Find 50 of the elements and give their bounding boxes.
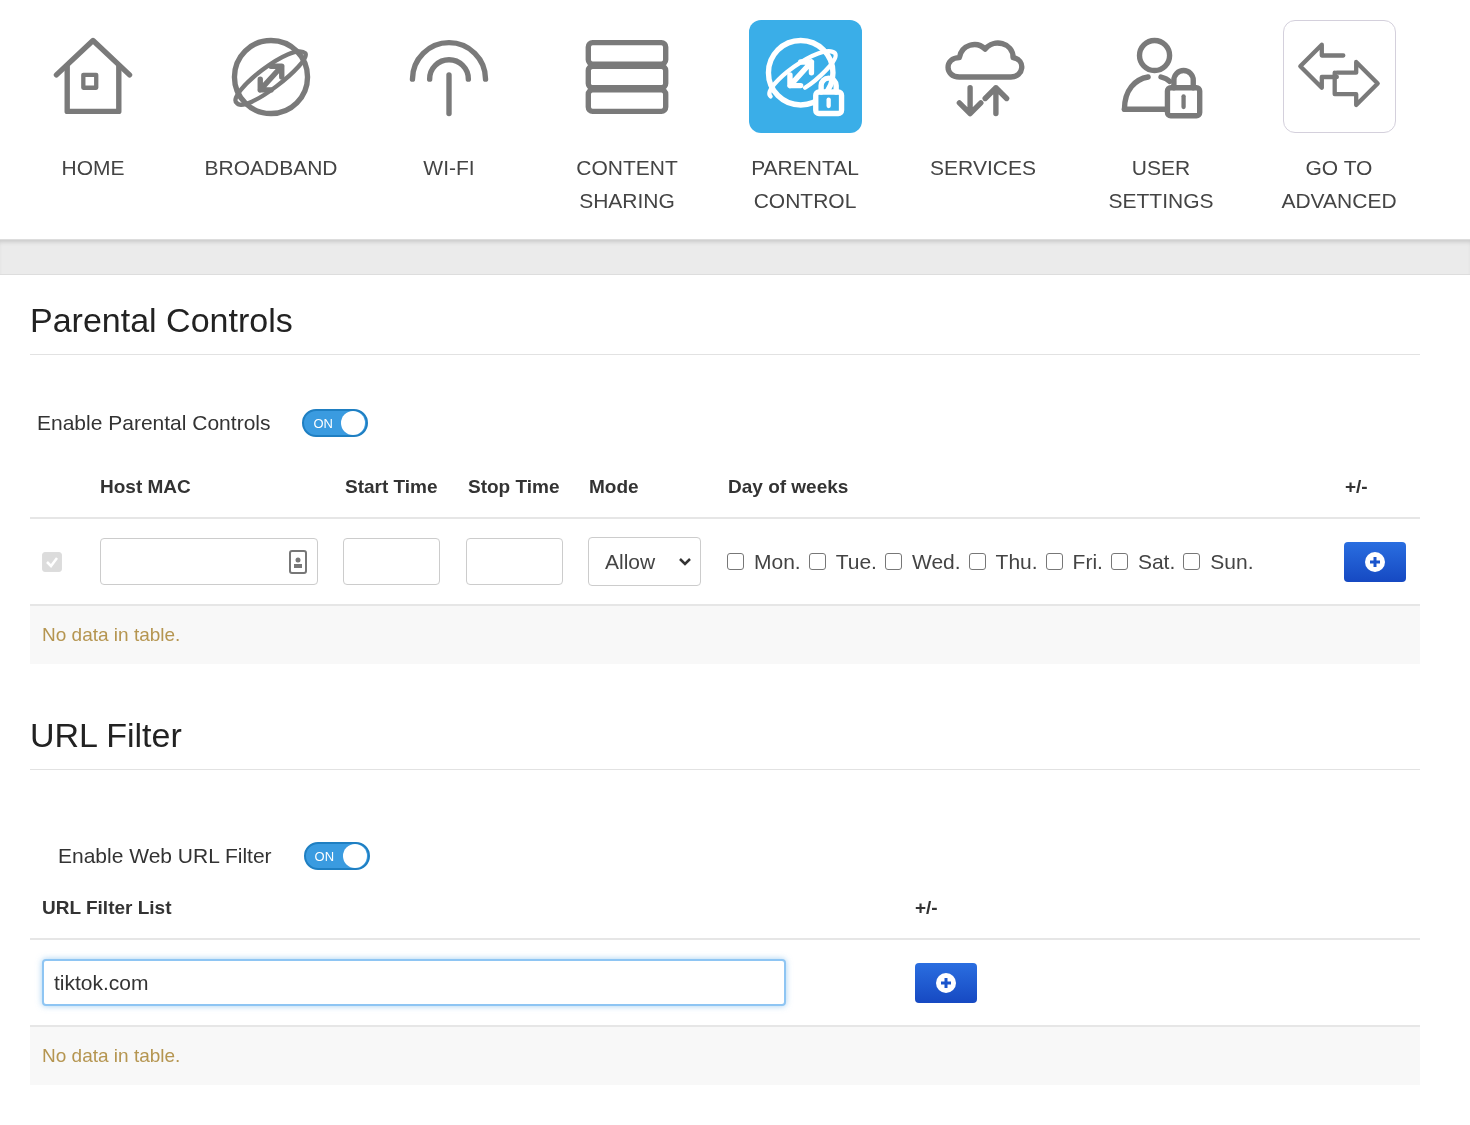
toggle-label: Enable Web URL Filter [58,844,272,868]
day-label: Tue. [835,549,877,574]
section-title: Parental Controls [30,275,1420,355]
nav-label[interactable]: GO TO ADVANCED [1264,151,1414,217]
column-header: +/- [1345,476,1369,498]
plus-icon [936,972,956,993]
contact-card-icon [289,549,307,574]
day-checkbox[interactable] [968,553,986,570]
nav-label[interactable]: SERVICES [908,151,1058,184]
day-label: Thu. [995,549,1038,574]
nav-label[interactable]: CONTENT SHARING [552,151,702,217]
day-checkbox[interactable] [727,553,744,570]
add-button[interactable] [1344,541,1406,582]
column-header: Start Time [345,476,439,498]
column-header: URL Filter List [42,897,173,919]
day-checkbox[interactable] [1045,553,1063,570]
nav-label[interactable]: WI-FI [374,151,524,184]
mode-select[interactable]: Allow [588,537,701,586]
nav-tile[interactable] [1282,20,1396,133]
checkbox[interactable] [42,551,62,572]
nav-label[interactable]: BROADBAND [196,151,346,184]
add-button[interactable] [915,962,977,1003]
plus-icon [1365,551,1385,572]
day-label: Sun. [1210,549,1254,574]
column-header: Day of weeks [728,476,850,498]
stop-time-field[interactable] [466,538,563,585]
empty-message: No data in table. [42,1045,181,1067]
empty-message: No data in table. [42,624,181,646]
day-checkbox[interactable] [884,553,902,570]
day-checkbox[interactable] [1183,553,1201,570]
day-label: Sat. [1137,549,1176,574]
start-time-field[interactable] [343,538,440,585]
nav-label[interactable]: PARENTAL CONTROL [730,151,880,217]
day-label: Fri. [1072,549,1103,574]
column-header: Mode [589,476,640,498]
day-label: Mon. [754,549,801,574]
chevron-down-icon [678,556,692,567]
day-checkbox[interactable] [1110,553,1128,570]
toggle-label: Enable Parental Controls [37,411,271,435]
section-title: URL Filter [30,664,1420,770]
column-header: +/- [915,897,939,919]
column-header: Host MAC [100,476,192,498]
nav-label[interactable]: HOME [18,151,168,184]
nav-tile[interactable] [748,20,862,133]
url-field[interactable]: tiktok.com [42,959,786,1006]
day-label: Wed. [911,549,961,574]
host-mac-field[interactable] [100,538,318,585]
column-header: Stop Time [468,476,561,498]
nav-label[interactable]: USER SETTINGS [1086,151,1236,217]
day-checkbox[interactable] [808,553,826,570]
